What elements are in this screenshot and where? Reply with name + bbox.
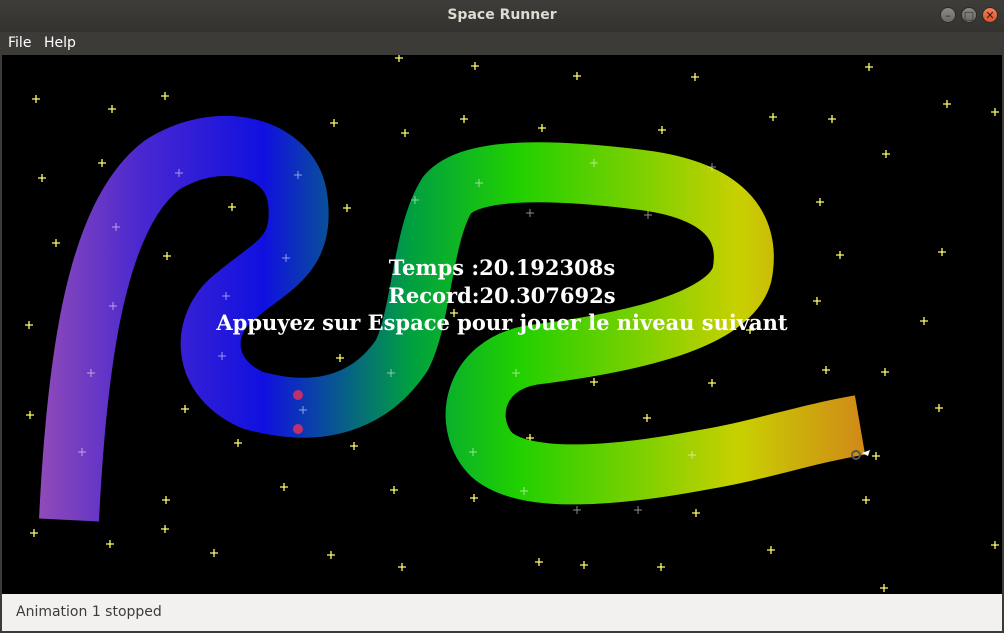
instruction-text: Appuyez sur Espace pour jouer le niveau … xyxy=(216,310,788,335)
star-icon xyxy=(161,92,169,100)
star-icon xyxy=(98,159,106,167)
star-icon xyxy=(865,63,873,71)
window-border-left xyxy=(0,55,2,633)
status-message: Animation 1 stopped xyxy=(16,604,162,620)
menu-bar: File Help xyxy=(0,32,1004,55)
star-icon xyxy=(228,203,236,211)
star-icon xyxy=(390,486,398,494)
status-bar: Animation 1 stopped xyxy=(2,594,1002,631)
star-icon xyxy=(658,126,666,134)
star-icon xyxy=(708,379,716,387)
sparkle-icon xyxy=(634,506,642,514)
star-icon xyxy=(882,150,890,158)
star-icon xyxy=(26,411,34,419)
maximize-icon[interactable]: □ xyxy=(961,7,977,23)
star-icon xyxy=(828,115,836,123)
star-icon xyxy=(108,105,116,113)
star-icon xyxy=(106,540,114,548)
game-canvas[interactable]: Temps :20.192308s Record:20.307692s Appu… xyxy=(2,55,1002,594)
record-text: Record:20.307692s xyxy=(388,283,616,308)
star-icon xyxy=(161,525,169,533)
star-icon xyxy=(181,405,189,413)
star-icon xyxy=(590,378,598,386)
star-icon xyxy=(460,115,468,123)
title-bar[interactable]: Space Runner – □ ✕ xyxy=(0,0,1004,32)
star-icon xyxy=(535,558,543,566)
star-icon xyxy=(580,561,588,569)
star-icon xyxy=(327,551,335,559)
star-icon xyxy=(401,129,409,137)
star-icon xyxy=(280,483,288,491)
menu-help[interactable]: Help xyxy=(44,35,76,51)
menu-file[interactable]: File xyxy=(8,35,31,51)
star-icon xyxy=(162,496,170,504)
star-icon xyxy=(52,239,60,247)
star-icon xyxy=(769,113,777,121)
star-icon xyxy=(643,414,651,422)
star-icon xyxy=(470,494,478,502)
star-icon xyxy=(343,204,351,212)
star-icon xyxy=(943,100,951,108)
star-icon xyxy=(234,439,242,447)
star-icon xyxy=(767,546,775,554)
star-icon xyxy=(350,442,358,450)
star-icon xyxy=(862,496,870,504)
star-icon xyxy=(30,529,38,537)
star-icon xyxy=(538,124,546,132)
minimize-icon[interactable]: – xyxy=(940,7,956,23)
star-icon xyxy=(691,73,699,81)
star-icon xyxy=(38,174,46,182)
star-icon xyxy=(692,509,700,517)
star-icon xyxy=(471,62,479,70)
star-icon xyxy=(822,366,830,374)
star-icon xyxy=(330,119,338,127)
star-icon xyxy=(991,541,999,549)
star-icon xyxy=(657,563,665,571)
star-icon xyxy=(210,549,218,557)
star-icon xyxy=(398,563,406,571)
star-icon xyxy=(991,108,999,116)
star-icon xyxy=(816,198,824,206)
close-icon[interactable]: ✕ xyxy=(982,7,998,23)
star-icon xyxy=(395,55,403,62)
star-icon xyxy=(935,404,943,412)
star-icon xyxy=(32,95,40,103)
sparkle-icon xyxy=(644,211,652,219)
sparkle-icon xyxy=(573,506,581,514)
app-window: Space Runner – □ ✕ File Help Temps:20.1… xyxy=(0,0,1004,633)
window-title: Space Runner xyxy=(447,7,557,23)
star-icon xyxy=(872,452,880,460)
time-text: Temps :20.192308s xyxy=(388,255,616,280)
star-icon xyxy=(881,368,889,376)
window-controls: – □ ✕ xyxy=(940,7,998,23)
star-icon xyxy=(336,354,344,362)
star-icon xyxy=(880,584,888,592)
sparkle-icon xyxy=(526,209,534,217)
star-icon xyxy=(573,72,581,80)
